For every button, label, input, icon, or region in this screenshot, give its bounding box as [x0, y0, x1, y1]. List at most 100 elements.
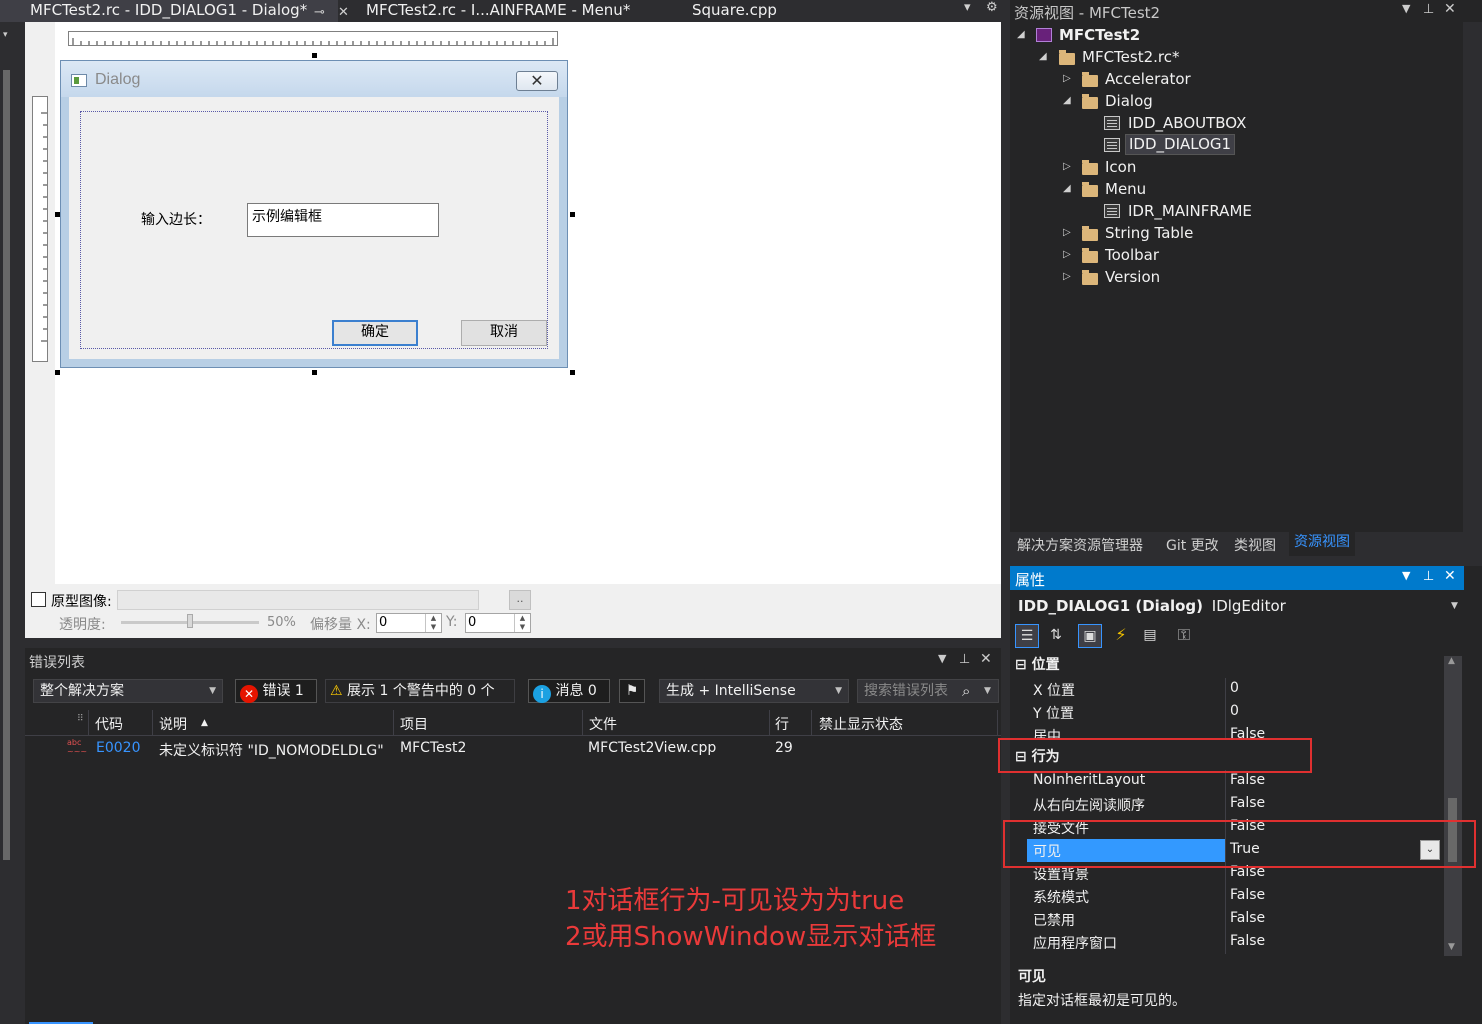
- spinner-arrows-icon[interactable]: ▲ ▼: [514, 614, 530, 632]
- close-icon[interactable]: ✕: [1444, 1, 1456, 17]
- column-header-description[interactable]: 说明: [159, 714, 187, 734]
- property-row[interactable]: 系统模式 False: [1027, 885, 1441, 908]
- property-value[interactable]: False: [1230, 887, 1265, 903]
- pin-icon[interactable]: ⊸: [314, 2, 325, 23]
- expand-icon[interactable]: ▷: [1063, 222, 1071, 244]
- collapse-icon[interactable]: ◢: [1063, 178, 1071, 200]
- scroll-down-icon[interactable]: ▼: [1448, 942, 1455, 952]
- properties-object-select[interactable]: IDD_DIALOG1 (Dialog) IDlgEditor: [1018, 597, 1286, 615]
- cancel-button[interactable]: 取消: [461, 320, 547, 346]
- tree-item-rc[interactable]: ◢ MFCTest2.rc*: [1010, 46, 1230, 68]
- column-header-file[interactable]: 文件: [589, 714, 617, 734]
- collapse-icon[interactable]: ◢: [1017, 24, 1025, 46]
- horizontal-ruler[interactable]: [68, 31, 558, 46]
- property-row[interactable]: Y 位置 0: [1027, 701, 1441, 724]
- alphabetical-icon[interactable]: ⇅: [1044, 624, 1068, 648]
- resize-handle[interactable]: [55, 370, 60, 375]
- error-code-link[interactable]: E0020: [96, 740, 140, 756]
- side-length-edit[interactable]: 示例编辑框: [247, 203, 439, 237]
- property-row[interactable]: 居中 False: [1027, 724, 1441, 738]
- chevron-down-icon[interactable]: ▼: [1451, 601, 1458, 611]
- dialog-window[interactable]: Dialog ✕ 输入边长： 示例编辑框 确定 取消: [60, 60, 568, 368]
- warnings-filter-button[interactable]: ⚠ 展示 1 个警告中的 0 个: [325, 679, 515, 703]
- column-header-code[interactable]: 代码: [95, 714, 123, 734]
- chevron-down-icon[interactable]: ▼: [984, 680, 991, 702]
- ok-button[interactable]: 确定: [332, 320, 418, 346]
- spinner-arrows-icon[interactable]: ▲ ▼: [425, 614, 441, 632]
- resize-handle[interactable]: [570, 370, 575, 375]
- search-icon[interactable]: ⌕: [962, 680, 970, 702]
- tree-item-mainframe[interactable]: IDR_MAINFRAME: [1010, 200, 1270, 222]
- resize-handle[interactable]: [570, 212, 575, 217]
- category-position[interactable]: ⊟ 位置: [1015, 654, 1060, 677]
- clear-filter-button[interactable]: ⚑: [619, 679, 645, 703]
- column-chooser-icon[interactable]: ⠿: [77, 714, 84, 724]
- vertical-scrollbar[interactable]: [3, 70, 10, 860]
- tree-item-version[interactable]: ▷ Version: [1010, 266, 1230, 288]
- tab-class-view[interactable]: 类视图: [1234, 535, 1276, 555]
- categorized-icon[interactable]: ☰: [1015, 624, 1039, 648]
- gear-icon[interactable]: ⚙: [986, 0, 998, 15]
- search-error-list-input[interactable]: 搜索错误列表 ⌕ ▼: [857, 679, 999, 703]
- pin-icon[interactable]: ⊥: [959, 652, 970, 667]
- property-row[interactable]: X 位置 0: [1027, 678, 1441, 701]
- property-pages-icon[interactable]: ⚿: [1172, 624, 1196, 648]
- expand-icon[interactable]: ▷: [1063, 244, 1071, 266]
- dropdown-icon[interactable]: ▼: [938, 652, 946, 665]
- tab-square-cpp[interactable]: Square.cpp: [682, 0, 777, 22]
- collapse-icon[interactable]: ◢: [1039, 46, 1047, 68]
- opacity-slider-thumb[interactable]: [187, 614, 193, 628]
- property-value[interactable]: False: [1230, 795, 1265, 811]
- property-row[interactable]: 从右向左阅读顺序 False: [1027, 793, 1441, 816]
- tab-menu[interactable]: MFCTest2.rc - I...AINFRAME - Menu*: [356, 0, 630, 22]
- tab-dialog[interactable]: MFCTest2.rc - IDD_DIALOG1 - Dialog* ⊸ ✕: [0, 0, 349, 23]
- close-icon[interactable]: ✕: [338, 2, 349, 23]
- tab-resource-view[interactable]: 资源视图: [1289, 532, 1355, 556]
- column-header-project[interactable]: 项目: [400, 714, 428, 734]
- scope-select[interactable]: 整个解决方案 ▼: [33, 679, 223, 703]
- chevron-down-icon[interactable]: ▾: [3, 30, 8, 40]
- property-row[interactable]: NoInheritLayout False: [1027, 770, 1441, 793]
- dialog-close-button[interactable]: ✕: [516, 71, 558, 91]
- expand-icon[interactable]: ▷: [1063, 68, 1071, 90]
- table-row[interactable]: abc ~~~ E0020 未定义标识符 "ID_NOMODELDLG" MFCT…: [25, 738, 1001, 762]
- tree-item-string-table[interactable]: ▷ String Table: [1010, 222, 1230, 244]
- tab-dropdown-icon[interactable]: ▾: [964, 0, 971, 15]
- prototype-checkbox[interactable]: [31, 592, 46, 607]
- offset-x-spinner[interactable]: 0 ▲ ▼: [376, 613, 442, 633]
- properties-icon[interactable]: ▣: [1078, 624, 1102, 648]
- column-header-suppression[interactable]: 禁止显示状态: [819, 714, 903, 734]
- property-row[interactable]: 应用程序窗口 False: [1027, 931, 1441, 954]
- tree-item-toolbar[interactable]: ▷ Toolbar: [1010, 244, 1230, 266]
- pin-icon[interactable]: ⊥: [1423, 569, 1434, 584]
- expand-icon[interactable]: ▷: [1063, 266, 1071, 288]
- tree-item-aboutbox[interactable]: IDD_ABOUTBOX: [1010, 112, 1260, 134]
- collapse-icon[interactable]: ◢: [1063, 90, 1071, 112]
- properties-scrollbar[interactable]: ▲ ▼: [1444, 656, 1462, 956]
- errors-filter-button[interactable]: ✕ 错误 1: [235, 679, 317, 703]
- offset-y-spinner[interactable]: 0 ▲ ▼: [465, 613, 531, 633]
- tree-item-dialog1[interactable]: IDD_DIALOG1: [1010, 134, 1260, 156]
- tree-item-dialog[interactable]: ◢ Dialog: [1010, 90, 1230, 112]
- tree-item-menu[interactable]: ◢ Menu: [1010, 178, 1230, 200]
- property-value[interactable]: False: [1230, 726, 1265, 738]
- expand-icon[interactable]: ▷: [1063, 156, 1071, 178]
- browse-button[interactable]: ..: [509, 590, 531, 610]
- property-value[interactable]: False: [1230, 933, 1265, 949]
- tree-item-icon[interactable]: ▷ Icon: [1010, 156, 1230, 178]
- column-header-line[interactable]: 行: [775, 714, 789, 734]
- tab-solution-explorer[interactable]: 解决方案资源管理器: [1017, 535, 1143, 555]
- vertical-ruler[interactable]: [32, 96, 48, 362]
- property-value[interactable]: 0: [1230, 680, 1239, 696]
- dropdown-icon[interactable]: ▼: [1402, 569, 1410, 582]
- property-value[interactable]: False: [1230, 772, 1265, 788]
- tree-item-project[interactable]: ◢ MFCTest2: [1010, 24, 1210, 46]
- events-icon[interactable]: ⚡: [1109, 624, 1133, 648]
- dropdown-icon[interactable]: ▼: [1402, 2, 1410, 15]
- close-icon[interactable]: ✕: [980, 651, 992, 667]
- pin-icon[interactable]: ⊥: [1423, 2, 1434, 17]
- tree-item-accelerator[interactable]: ▷ Accelerator: [1010, 68, 1230, 90]
- build-filter-select[interactable]: 生成 + IntelliSense ▼: [659, 679, 849, 703]
- messages-filter-button[interactable]: i 消息 0: [528, 679, 610, 703]
- property-row[interactable]: 已禁用 False: [1027, 908, 1441, 931]
